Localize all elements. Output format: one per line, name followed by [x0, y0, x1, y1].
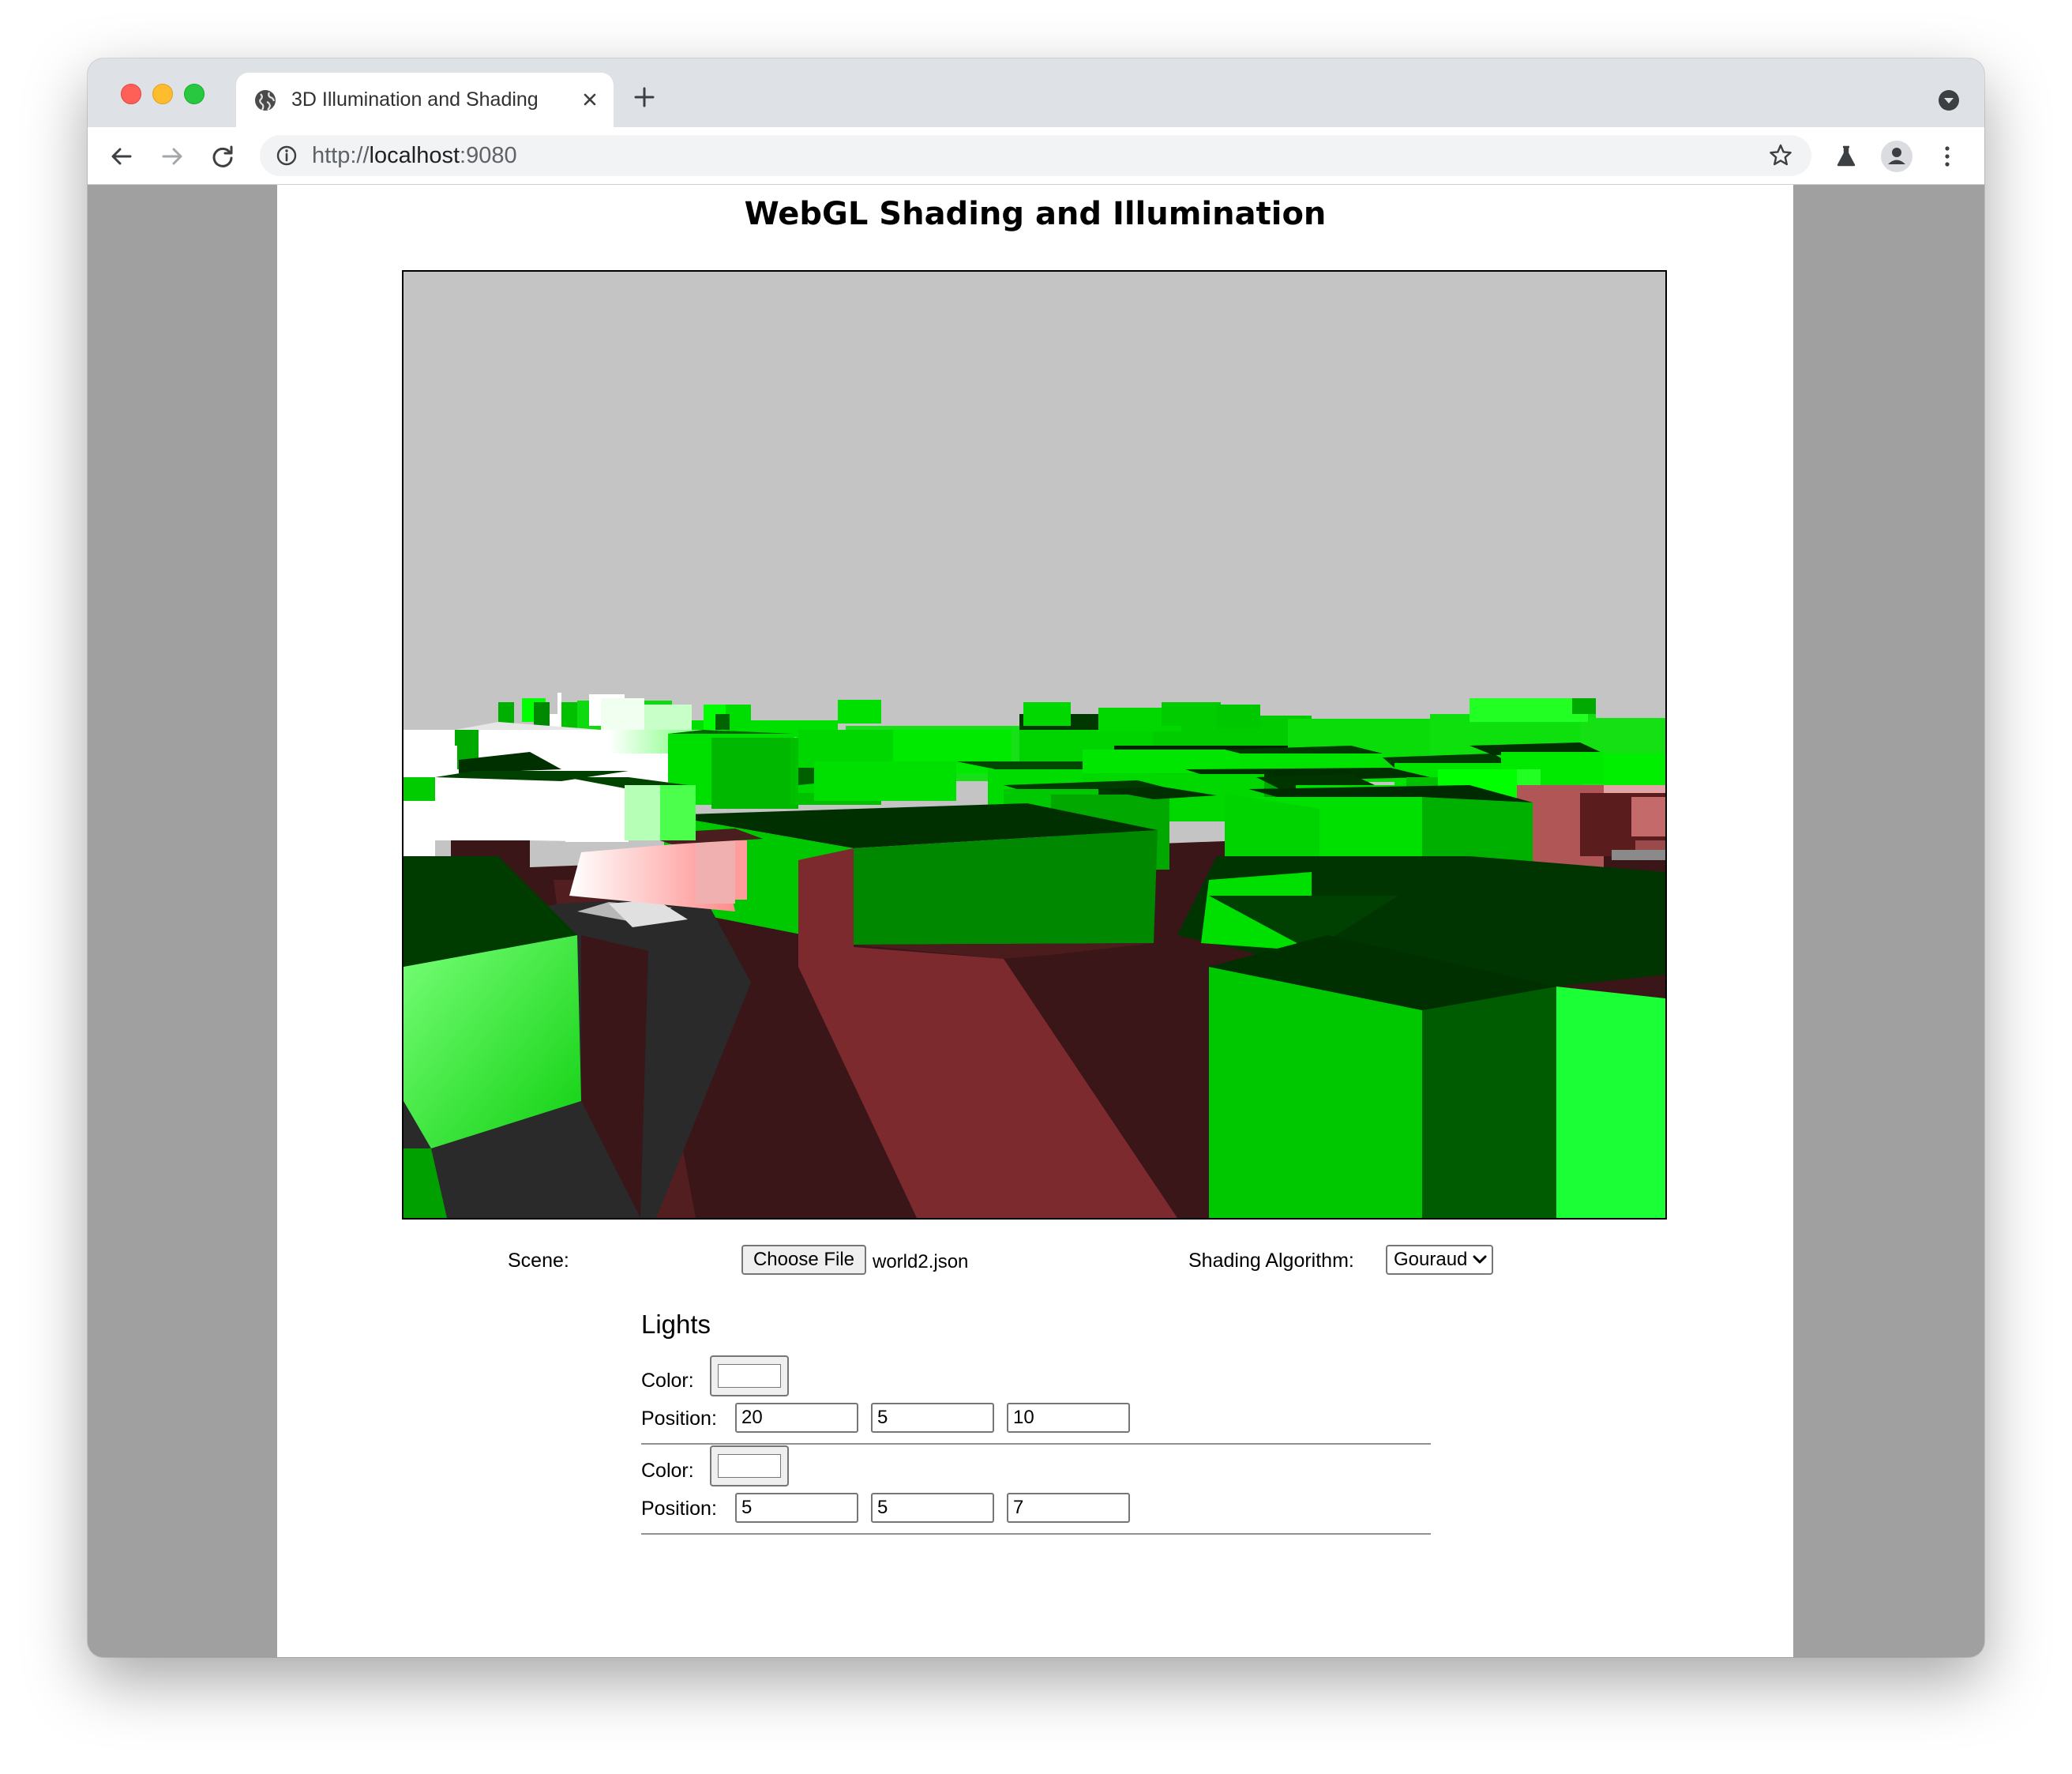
light-2-color-picker[interactable] — [710, 1445, 789, 1486]
menu-icon[interactable] — [1934, 143, 1961, 170]
browser-window: 3D Illumination and Shading http://local… — [88, 58, 1984, 1657]
minimize-window-button[interactable] — [152, 84, 173, 104]
close-window-button[interactable] — [121, 84, 141, 104]
labs-icon[interactable] — [1833, 143, 1860, 170]
tab-title: 3D Illumination and Shading — [291, 88, 539, 111]
browser-toolbar: http://localhost:9080 — [88, 127, 1984, 185]
webgl-canvas[interactable] — [402, 270, 1667, 1220]
light-1-position-y[interactable]: 5 — [871, 1403, 994, 1433]
page-content: WebGL Shading and Illumination Scene: Ch… — [277, 185, 1793, 1657]
light-2-position-z[interactable]: 7 — [1007, 1493, 1130, 1523]
browser-tab[interactable]: 3D Illumination and Shading — [236, 73, 614, 127]
address-bar[interactable]: http://localhost:9080 — [260, 135, 1811, 176]
profile-icon[interactable] — [1880, 140, 1913, 173]
light-1-divider — [641, 1443, 1431, 1445]
scene-render — [404, 272, 1665, 1218]
light-2-color-label: Color: — [641, 1460, 694, 1482]
reload-icon[interactable] — [209, 143, 236, 170]
light-2-position-x[interactable]: 5 — [735, 1493, 858, 1523]
back-icon[interactable] — [108, 143, 135, 170]
file-name: world2.json — [873, 1251, 969, 1272]
page-title: WebGL Shading and Illumination — [744, 196, 1327, 232]
light-1-color-label: Color: — [641, 1370, 694, 1392]
info-icon[interactable] — [276, 145, 298, 167]
light-2-divider — [641, 1533, 1431, 1535]
shading-algorithm-label: Shading Algorithm: — [1188, 1250, 1354, 1272]
light-2-position-y[interactable]: 5 — [871, 1493, 994, 1523]
choose-file-button[interactable]: Choose File — [741, 1245, 866, 1275]
light-1-color-swatch — [718, 1364, 781, 1388]
url-text: http://localhost:9080 — [312, 143, 517, 168]
zoom-window-button[interactable] — [184, 84, 205, 104]
light-1-position-label: Position: — [641, 1408, 717, 1430]
chevron-down-icon — [1473, 1255, 1487, 1264]
light-2-color-swatch — [718, 1454, 781, 1478]
tab-search-icon[interactable] — [1937, 88, 1961, 112]
shading-algorithm-select[interactable]: Gouraud — [1386, 1245, 1493, 1275]
light-1-position-z[interactable]: 10 — [1007, 1403, 1130, 1433]
globe-icon — [255, 90, 276, 111]
light-1-position-x[interactable]: 20 — [735, 1403, 858, 1433]
lights-heading: Lights — [641, 1310, 711, 1339]
light-2-position-label: Position: — [641, 1498, 717, 1520]
light-1-color-picker[interactable] — [710, 1355, 789, 1396]
tab-strip: 3D Illumination and Shading — [88, 58, 1984, 127]
shading-selected-value: Gouraud — [1394, 1249, 1468, 1270]
forward-icon[interactable] — [159, 143, 186, 170]
star-icon[interactable] — [1768, 143, 1793, 168]
close-icon[interactable] — [579, 88, 601, 111]
scene-label: Scene: — [508, 1250, 569, 1272]
plus-icon[interactable] — [632, 85, 656, 109]
